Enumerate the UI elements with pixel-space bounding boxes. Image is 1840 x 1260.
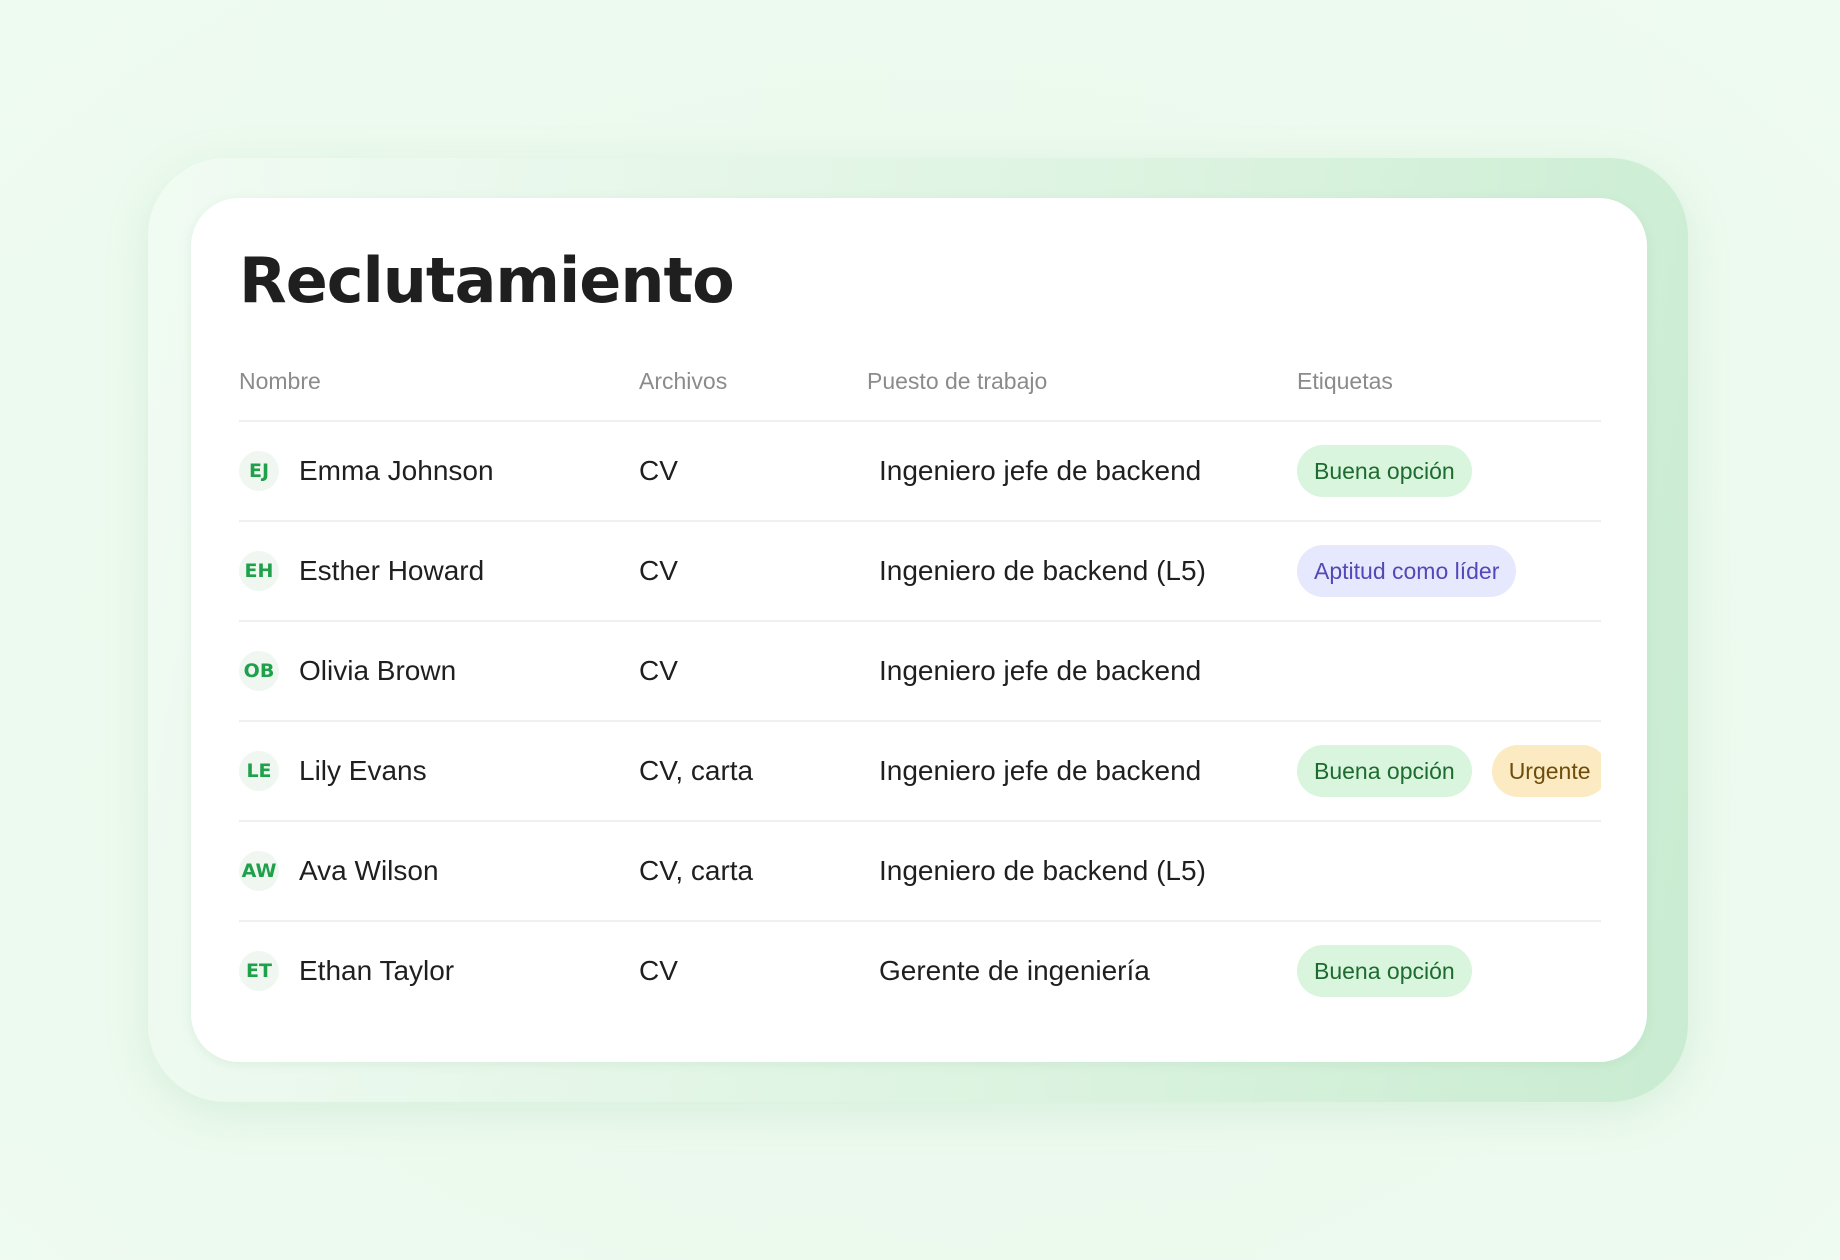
table-header: Nombre Archivos Puesto de trabajo Etique… — [239, 358, 1601, 422]
avatar: EJ — [239, 451, 279, 491]
candidate-files[interactable]: CV — [639, 455, 678, 486]
avatar: OB — [239, 651, 279, 691]
avatar: LE — [239, 751, 279, 791]
candidate-job: Ingeniero jefe de backend — [879, 755, 1202, 786]
candidate-job: Ingeniero de backend (L5) — [879, 855, 1206, 886]
candidate-job: Gerente de ingeniería — [879, 955, 1150, 986]
table-row[interactable]: ET Ethan Taylor CV Gerente de ingeniería… — [239, 922, 1601, 1020]
candidate-name: Ethan Taylor — [299, 955, 455, 986]
candidate-files[interactable]: CV — [639, 655, 678, 686]
tag-badge[interactable]: Urgente — [1491, 745, 1601, 797]
page-title: Reclutamiento — [239, 244, 735, 317]
tag-badge[interactable]: Buena opción — [1297, 745, 1472, 797]
candidate-files[interactable]: CV, carta — [639, 755, 753, 786]
table-row[interactable]: AW Ava Wilson CV, carta Ingeniero de bac… — [239, 822, 1601, 922]
column-header-name[interactable]: Nombre — [239, 358, 639, 395]
candidate-name: Olivia Brown — [299, 655, 457, 686]
candidate-name: Esther Howard — [299, 555, 485, 586]
candidate-name: Ava Wilson — [299, 855, 439, 886]
candidate-files[interactable]: CV — [639, 555, 678, 586]
column-header-job[interactable]: Puesto de trabajo — [867, 358, 1297, 395]
candidate-name: Lily Evans — [299, 755, 427, 786]
candidate-files[interactable]: CV — [639, 955, 678, 986]
avatar: AW — [239, 851, 279, 891]
column-header-files[interactable]: Archivos — [639, 358, 867, 395]
table-row[interactable]: EH Esther Howard CV Ingeniero de backend… — [239, 522, 1601, 622]
column-header-tags[interactable]: Etiquetas — [1297, 358, 1601, 395]
candidate-files[interactable]: CV, carta — [639, 855, 753, 886]
candidate-job: Ingeniero jefe de backend — [879, 455, 1202, 486]
table-row[interactable]: LE Lily Evans CV, carta Ingeniero jefe d… — [239, 722, 1601, 822]
candidate-job: Ingeniero jefe de backend — [879, 655, 1202, 686]
tag-badge[interactable]: Buena opción — [1297, 445, 1472, 497]
table-row[interactable]: EJ Emma Johnson CV Ingeniero jefe de bac… — [239, 422, 1601, 522]
recruitment-card: Reclutamiento Nombre Archivos Puesto de … — [191, 198, 1647, 1062]
candidate-name: Emma Johnson — [299, 455, 494, 486]
candidate-job: Ingeniero de backend (L5) — [879, 555, 1206, 586]
avatar: ET — [239, 951, 279, 991]
tag-badge[interactable]: Buena opción — [1297, 945, 1472, 997]
table-row[interactable]: OB Olivia Brown CV Ingeniero jefe de bac… — [239, 622, 1601, 722]
avatar: EH — [239, 551, 279, 591]
tag-badge[interactable]: Aptitud como líder — [1297, 545, 1517, 597]
candidates-table: Nombre Archivos Puesto de trabajo Etique… — [239, 358, 1601, 1020]
